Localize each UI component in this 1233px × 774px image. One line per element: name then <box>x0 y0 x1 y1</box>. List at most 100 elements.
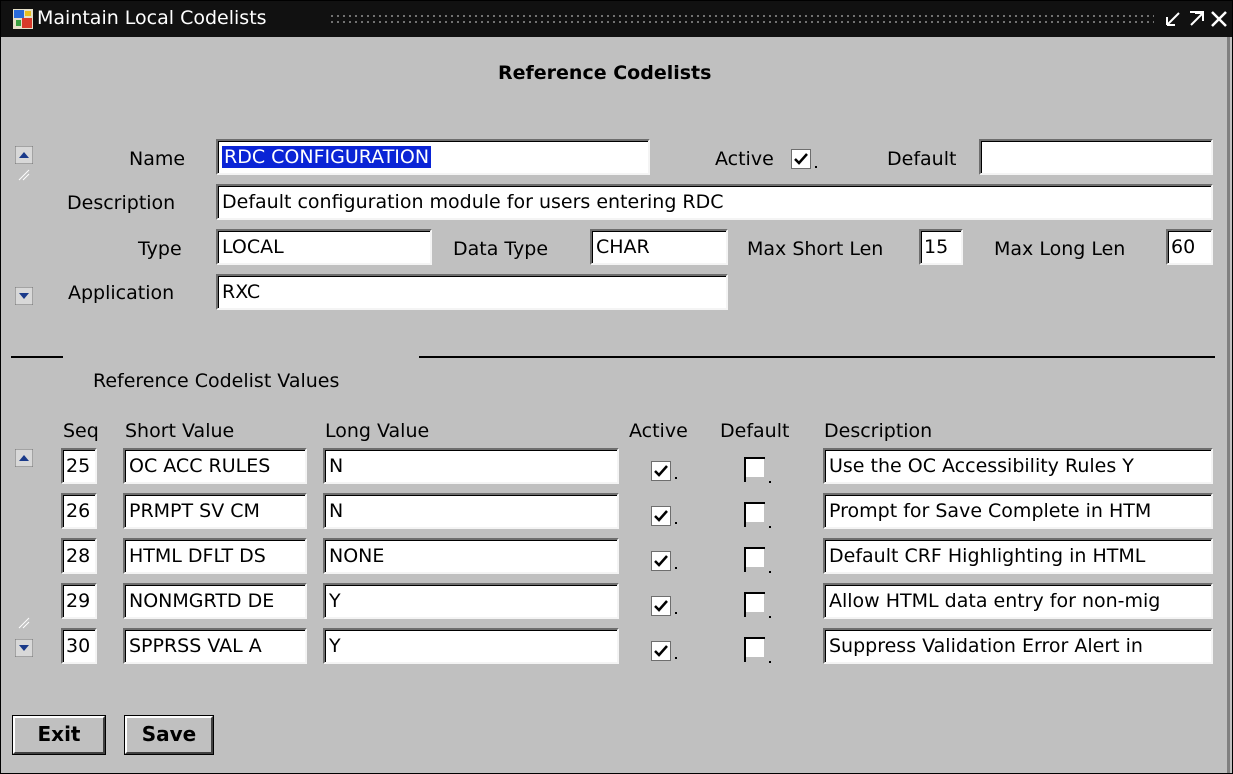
title-bar-pattern <box>329 13 1154 27</box>
scroll-up-icon[interactable] <box>14 145 34 165</box>
type-value: LOCAL <box>222 236 284 258</box>
max-long-len-label: Max Long Len <box>994 238 1126 260</box>
seq-value: 26 <box>66 500 91 522</box>
table-row-short-value[interactable]: PRMPT SV CM <box>123 493 307 529</box>
application-value: RXC <box>222 281 261 303</box>
separator-right <box>419 356 1215 358</box>
window-frame-right <box>1227 37 1230 773</box>
row-active-checkbox[interactable] <box>651 461 671 481</box>
col-header-default: Default <box>720 420 790 442</box>
data-type-value: CHAR <box>596 236 650 258</box>
max-short-len-label: Max Short Len <box>747 238 884 260</box>
row-default-dot <box>769 661 771 663</box>
seq-value: 28 <box>66 545 91 567</box>
table-row-long-value[interactable]: Y <box>323 628 619 664</box>
row-default-dot <box>769 526 771 528</box>
short-value: HTML DFLT DS <box>129 545 266 567</box>
col-header-long-value: Long Value <box>325 420 430 442</box>
close-icon[interactable] <box>1207 7 1231 31</box>
table-row-description[interactable]: Default CRF Highlighting in HTML <box>823 538 1213 574</box>
table-row-description[interactable]: Suppress Validation Error Alert in <box>823 628 1213 664</box>
table-row-short-value[interactable]: OC ACC RULES <box>123 448 307 484</box>
description-value: Allow HTML data entry for non-mig <box>829 590 1161 612</box>
name-value: RDC CONFIGURATION <box>222 146 432 168</box>
save-button[interactable]: Save <box>124 715 214 755</box>
values-section-title: Reference Codelist Values <box>93 370 340 392</box>
minimize-icon[interactable] <box>1161 7 1185 31</box>
seq-value: 29 <box>66 590 91 612</box>
row-active-checkbox[interactable] <box>651 506 671 526</box>
seq-value: 25 <box>66 455 91 477</box>
scroll-track-top <box>17 167 31 181</box>
type-label: Type <box>138 238 182 260</box>
table-row-seq[interactable]: 29 <box>61 583 97 619</box>
exit-button[interactable]: Exit <box>12 715 106 755</box>
data-type-field[interactable]: CHAR <box>590 229 728 265</box>
table-row-long-value[interactable]: N <box>323 448 619 484</box>
row-active-checkbox[interactable] <box>651 596 671 616</box>
table-row-seq[interactable]: 25 <box>61 448 97 484</box>
table-row-description[interactable]: Prompt for Save Complete in HTM <box>823 493 1213 529</box>
active-label: Active <box>715 148 774 170</box>
table-row-short-value[interactable]: SPPRSS VAL A <box>123 628 307 664</box>
application-label: Application <box>68 282 175 304</box>
row-active-checkbox[interactable] <box>651 551 671 571</box>
table-row-description[interactable]: Use the OC Accessibility Rules Y <box>823 448 1213 484</box>
row-default-checkbox[interactable] <box>744 502 765 527</box>
row-active-checkbox[interactable] <box>651 641 671 661</box>
row-default-checkbox[interactable] <box>744 637 765 662</box>
row-default-dot <box>769 481 771 483</box>
row-active-dot <box>675 477 677 479</box>
title-bar[interactable]: Maintain Local Codelists <box>1 1 1232 37</box>
short-value: OC ACC RULES <box>129 455 271 477</box>
description-field[interactable]: Default configuration module for users e… <box>216 184 1213 220</box>
max-long-len-field[interactable]: 60 <box>1166 229 1213 265</box>
long-value: Y <box>329 635 341 657</box>
table-row-seq[interactable]: 30 <box>61 628 97 664</box>
col-header-description: Description <box>824 420 933 442</box>
active-checkbox[interactable] <box>791 149 811 169</box>
short-value: NONMGRTD DE <box>129 590 275 612</box>
maximize-icon[interactable] <box>1185 7 1209 31</box>
values-scroll-down-icon[interactable] <box>14 638 34 658</box>
table-row-short-value[interactable]: HTML DFLT DS <box>123 538 307 574</box>
table-row-seq[interactable]: 28 <box>61 538 97 574</box>
description-value: Use the OC Accessibility Rules Y <box>829 455 1134 477</box>
row-active-dot <box>675 522 677 524</box>
row-default-checkbox[interactable] <box>744 457 765 482</box>
long-value: N <box>329 455 344 477</box>
table-row-seq[interactable]: 26 <box>61 493 97 529</box>
row-active-dot <box>675 657 677 659</box>
description-value: Default configuration module for users e… <box>222 191 724 213</box>
long-value: N <box>329 500 344 522</box>
short-value: SPPRSS VAL A <box>129 635 262 657</box>
max-short-len-field[interactable]: 15 <box>919 229 963 265</box>
type-field[interactable]: LOCAL <box>216 229 432 265</box>
table-row-short-value[interactable]: NONMGRTD DE <box>123 583 307 619</box>
name-label: Name <box>129 148 186 170</box>
col-header-seq: Seq <box>63 420 99 442</box>
row-default-checkbox[interactable] <box>744 592 765 617</box>
description-value: Default CRF Highlighting in HTML <box>829 545 1146 567</box>
application-field[interactable]: RXC <box>216 274 728 310</box>
seq-value: 30 <box>66 635 91 657</box>
window: Maintain Local Codelists Reference Codel… <box>0 0 1233 774</box>
col-header-active: Active <box>629 420 688 442</box>
table-row-description[interactable]: Allow HTML data entry for non-mig <box>823 583 1213 619</box>
col-header-short-value: Short Value <box>125 420 235 442</box>
app-icon[interactable] <box>13 9 33 29</box>
row-default-checkbox[interactable] <box>744 547 765 572</box>
table-row-long-value[interactable]: NONE <box>323 538 619 574</box>
scroll-down-icon[interactable] <box>14 286 34 306</box>
row-active-dot <box>675 612 677 614</box>
active-checkbox-dot <box>815 166 817 168</box>
default-field[interactable] <box>979 139 1213 175</box>
window-title: Maintain Local Codelists <box>37 7 267 29</box>
short-value: PRMPT SV CM <box>129 500 260 522</box>
table-row-long-value[interactable]: N <box>323 493 619 529</box>
table-row-long-value[interactable]: Y <box>323 583 619 619</box>
page-title: Reference Codelists <box>498 62 712 84</box>
default-label: Default <box>887 148 957 170</box>
name-field[interactable]: RDC CONFIGURATION <box>216 139 650 175</box>
values-scroll-up-icon[interactable] <box>14 448 34 468</box>
